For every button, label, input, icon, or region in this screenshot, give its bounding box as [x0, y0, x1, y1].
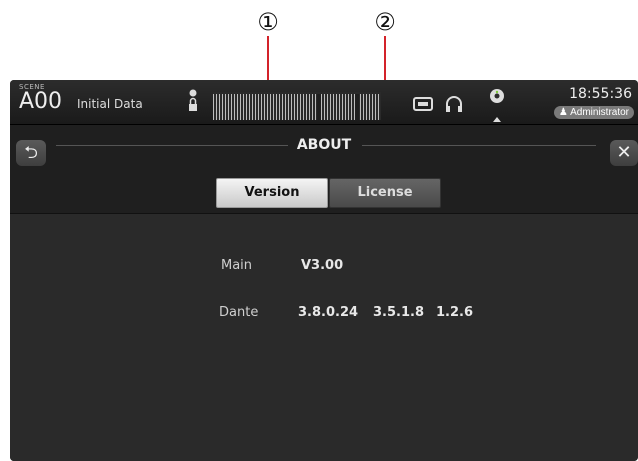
version-info-panel: Main V3.00 Dante 3.8.0.24 3.5.1.8 1.2.6 [10, 213, 638, 461]
device-screen: SCENE A00 Initial Data 18:55:36 ♟ Admini… [10, 80, 638, 461]
clock: 18:55:36 [569, 86, 632, 102]
callout-1: ① [257, 8, 279, 36]
tab-version[interactable]: Version [216, 178, 328, 208]
setup-gear-icon[interactable] [484, 88, 510, 124]
back-arrow-icon: ⮌ [24, 143, 38, 163]
close-button[interactable]: ✕ [610, 140, 638, 166]
main-version: V3.00 [301, 258, 344, 273]
title-bar: SCENE A00 Initial Data 18:55:36 ♟ Admini… [10, 80, 638, 125]
main-label: Main [221, 258, 253, 273]
dante-version-3: 1.2.6 [436, 305, 474, 320]
scene-number[interactable]: A00 [19, 89, 62, 114]
scene-title[interactable]: Initial Data [77, 97, 143, 111]
user-icon: ♟ [558, 107, 568, 118]
tab-license[interactable]: License [329, 178, 441, 208]
mini-icons [186, 89, 200, 115]
level-meters[interactable] [213, 92, 381, 120]
close-icon: ✕ [616, 142, 632, 163]
page-title: ABOUT [296, 137, 352, 153]
back-button[interactable]: ⮌ [16, 140, 46, 166]
headphones-icon[interactable] [443, 94, 465, 114]
callout-2: ② [374, 8, 396, 36]
dante-label: Dante [219, 305, 259, 320]
dante-version-1: 3.8.0.24 [298, 305, 359, 320]
tape-recorder-icon[interactable] [412, 94, 434, 114]
user-name: Administrator [570, 107, 629, 118]
dante-version-2: 3.5.1.8 [373, 305, 424, 320]
user-badge[interactable]: ♟ Administrator [553, 106, 634, 119]
lock-icon [189, 89, 197, 111]
